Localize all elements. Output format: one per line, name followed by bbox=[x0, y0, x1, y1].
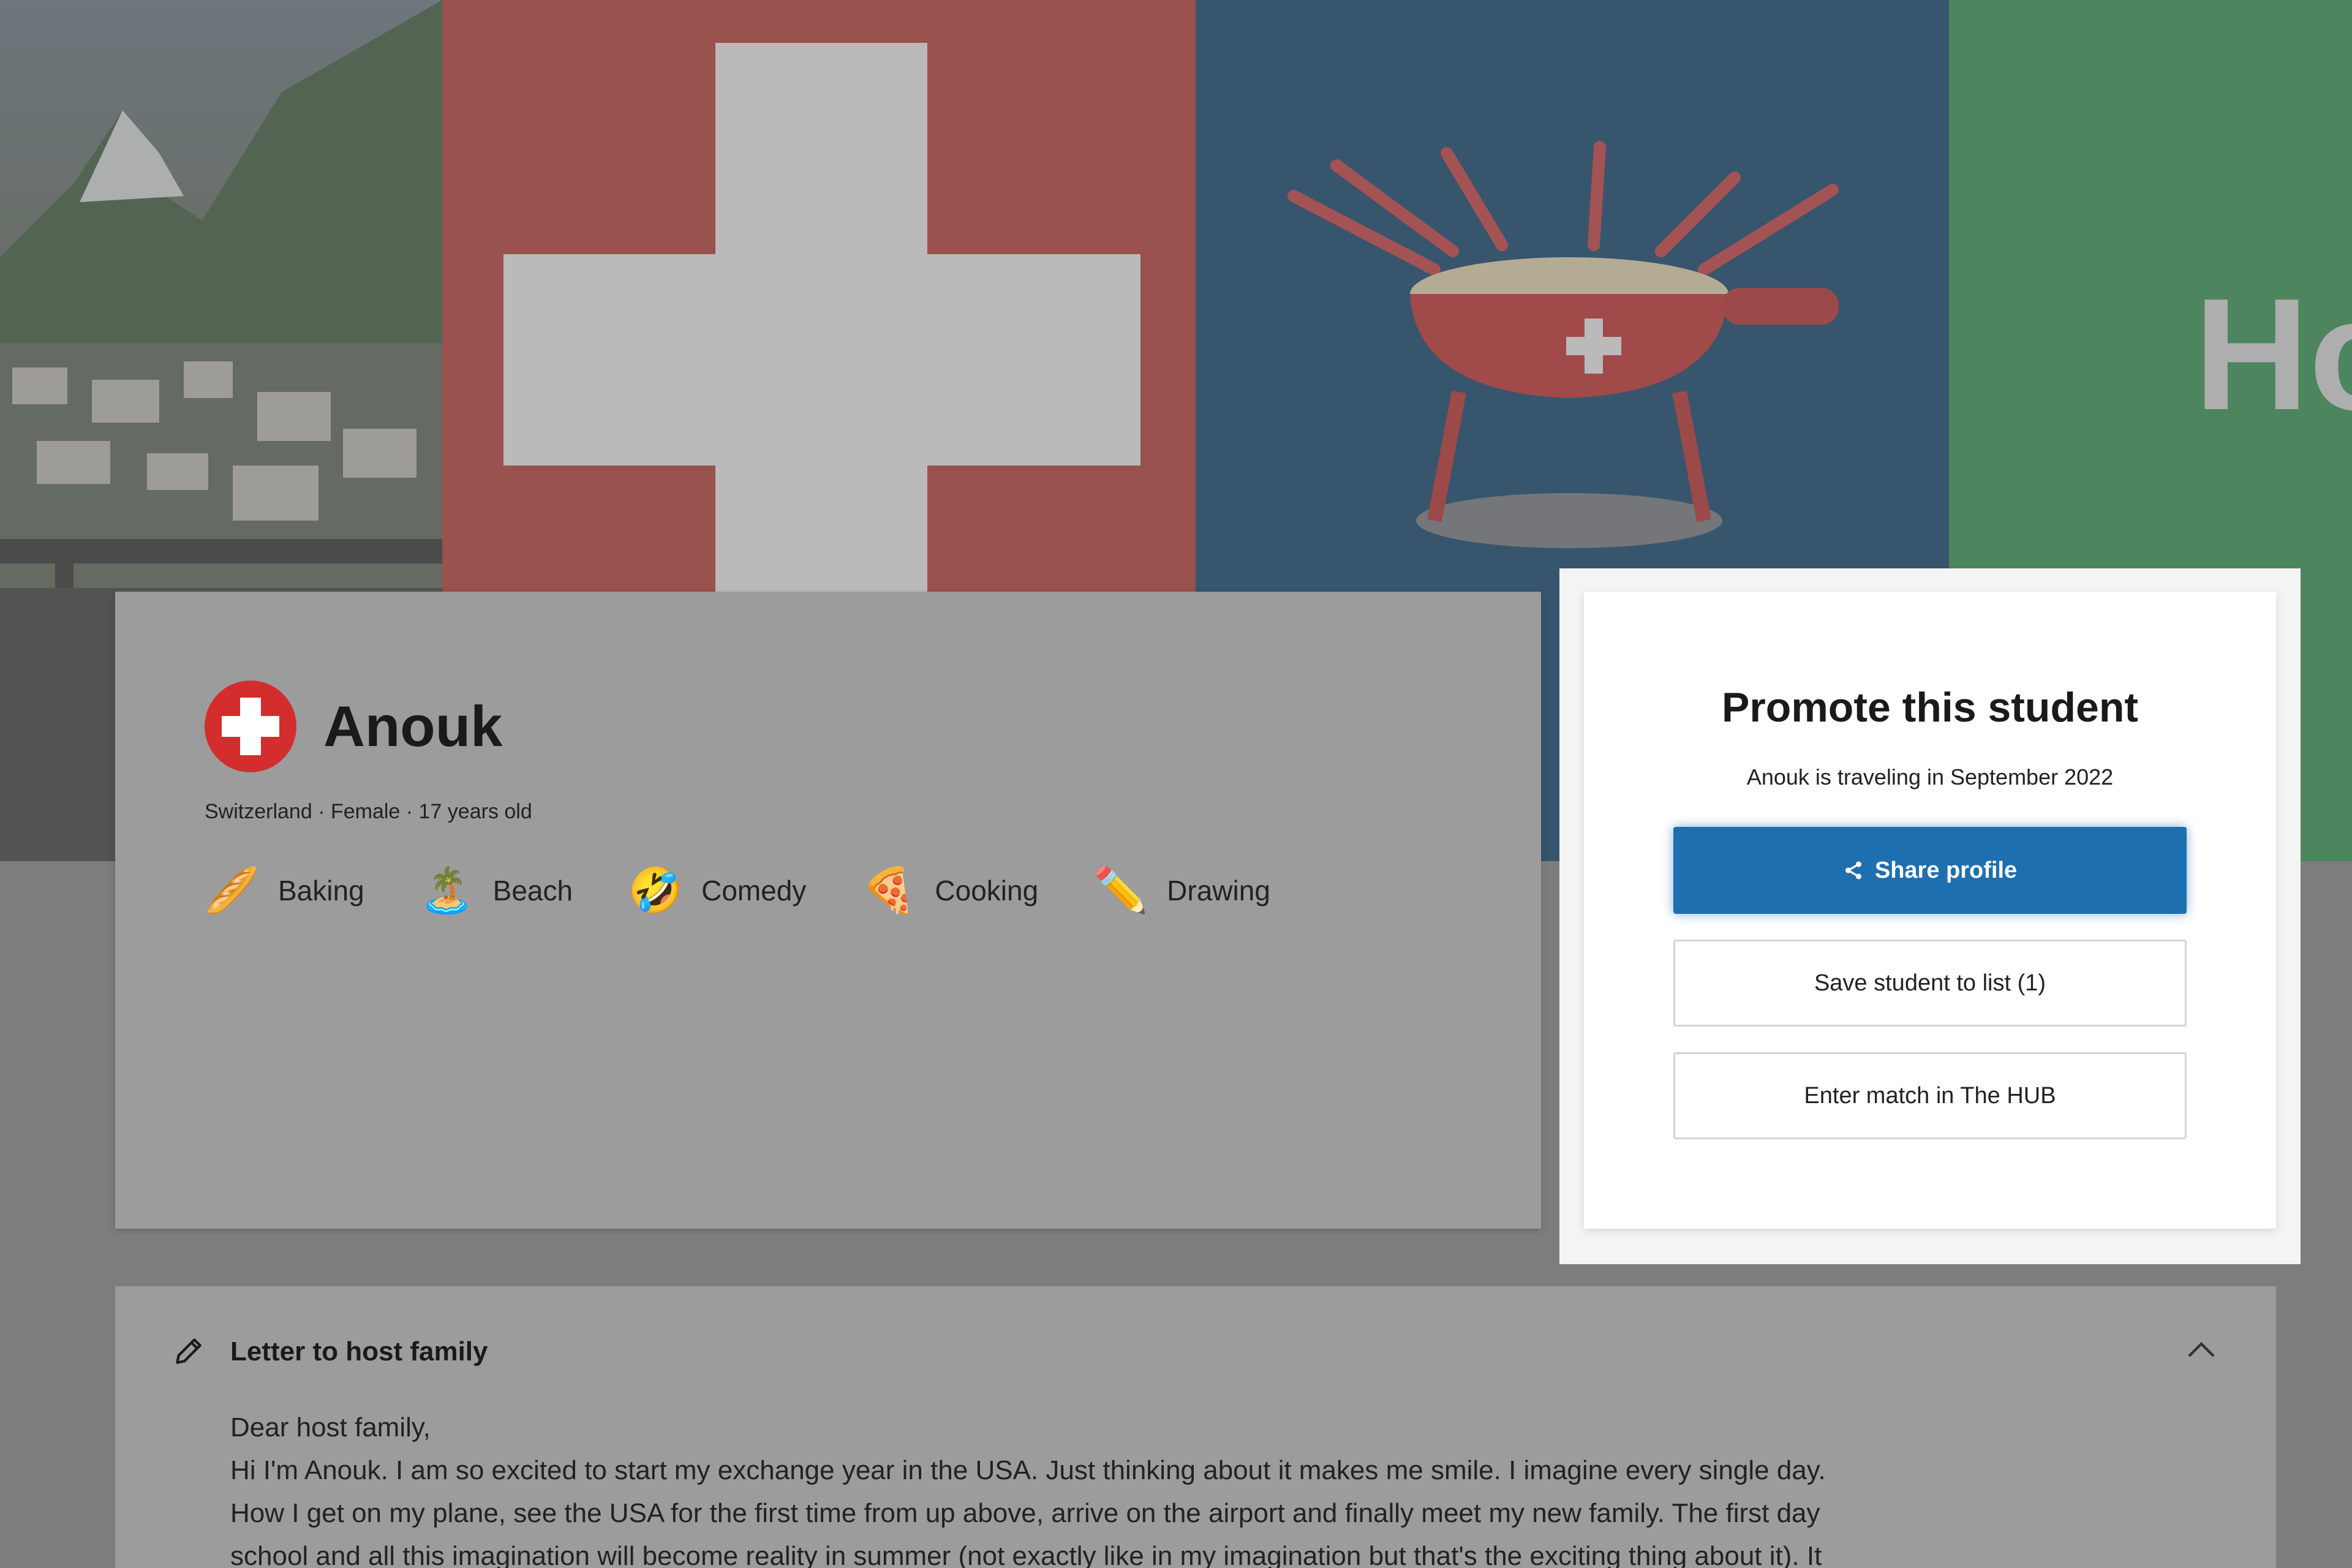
enter-match-label: Enter match in The HUB bbox=[1804, 1082, 2056, 1109]
interest-label: Comedy bbox=[701, 875, 807, 907]
pencil-icon: ✏️ bbox=[1093, 866, 1148, 915]
save-student-label: Save student to list (1) bbox=[1814, 970, 2046, 996]
student-meta: Switzerland · Female · 17 years old bbox=[205, 800, 532, 823]
profile-header: Anouk bbox=[205, 680, 502, 772]
enter-match-button[interactable]: Enter match in The HUB bbox=[1673, 1052, 2187, 1139]
interest-label: Baking bbox=[278, 875, 364, 907]
laughing-face-icon: 🤣 bbox=[628, 866, 683, 915]
swiss-flag-panel bbox=[442, 0, 1196, 594]
pizza-icon: 🍕 bbox=[861, 866, 917, 915]
bread-icon: 🥖 bbox=[205, 866, 260, 915]
share-profile-label: Share profile bbox=[1874, 857, 2018, 883]
pencil-icon bbox=[176, 1338, 202, 1364]
fondue-pot-icon bbox=[1287, 141, 1839, 548]
student-name: Anouk bbox=[323, 694, 503, 758]
letter-line: How I get on my plane, see the USA for t… bbox=[230, 1498, 1820, 1528]
student-profile-card: Anouk Switzerland · Female · 17 years ol… bbox=[115, 592, 1541, 1229]
interest-cooking: 🍕 Cooking bbox=[861, 861, 1039, 920]
interest-beach: 🏝️ Beach bbox=[420, 861, 573, 920]
chevron-up-icon[interactable] bbox=[2185, 1338, 2217, 1362]
promote-subtitle: Anouk is traveling in September 2022 bbox=[1746, 764, 2114, 790]
letter-line: school and all this imagination will bec… bbox=[230, 1541, 1822, 1568]
letter-body: Dear host family, Hi I'm Anouk. I am so … bbox=[230, 1406, 2190, 1568]
swiss-flag-icon bbox=[205, 680, 296, 772]
interest-label: Drawing bbox=[1167, 875, 1270, 907]
green-panel-text: Ho bbox=[2194, 266, 2352, 443]
interest-drawing: ✏️ Drawing bbox=[1093, 861, 1270, 920]
interest-baking: 🥖 Baking bbox=[205, 861, 364, 920]
island-icon: 🏝️ bbox=[419, 866, 475, 915]
promote-title: Promote this student bbox=[1721, 684, 2139, 731]
interest-label: Cooking bbox=[935, 875, 1039, 907]
share-profile-button[interactable]: Share profile bbox=[1673, 827, 2187, 914]
interests-list: 🥖 Baking 🏝️ Beach 🤣 Comedy 🍕 Cooking ✏️ … bbox=[205, 861, 1368, 969]
fondue-panel bbox=[1196, 0, 1949, 592]
letter-card: Letter to host family Dear host family, … bbox=[115, 1286, 2276, 1568]
green-panel: Ho bbox=[1949, 0, 2352, 592]
share-icon bbox=[1845, 861, 1861, 880]
letter-line: Dear host family, bbox=[230, 1412, 431, 1442]
save-student-button[interactable]: Save student to list (1) bbox=[1673, 940, 2187, 1027]
letter-line: Hi I'm Anouk. I am so excited to start m… bbox=[230, 1455, 1826, 1485]
interest-label: Beach bbox=[492, 875, 573, 907]
interest-comedy: 🤣 Comedy bbox=[628, 861, 806, 920]
promote-student-card: Promote this student Anouk is traveling … bbox=[1584, 592, 2276, 1229]
letter-title: Letter to host family bbox=[230, 1336, 488, 1366]
